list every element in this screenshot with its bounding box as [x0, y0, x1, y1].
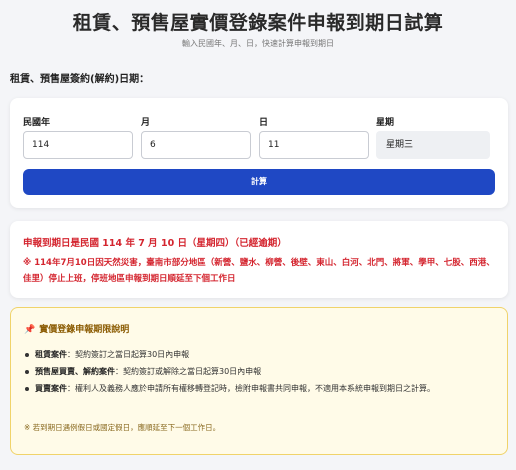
deadline-info-panel: 📌 實價登錄申報期限說明 租賃案件：契約簽訂之當日起算30日內申報 預售屋買賣、解…	[10, 307, 508, 455]
list-item-text: ：契約簽訂之當日起算30日內申報	[67, 350, 190, 359]
list-item-text: ：權利人及義務人應於申請所有權移轉登記時，檢附申報書共同申報，不適用本系統申報到…	[67, 384, 435, 393]
contract-date-label: 租賃、預售屋簽約(解約)日期：	[10, 74, 150, 85]
month-label: 月	[141, 118, 151, 128]
list-item: 租賃案件：契約簽訂之當日起算30日內申報	[25, 348, 495, 362]
weekday-label: 星期	[376, 118, 395, 128]
calculate-button[interactable]: 計算	[23, 169, 495, 195]
list-item: 預售屋買賣、解約案件：契約簽訂或解除之當日起算30日內申報	[25, 365, 495, 379]
date-input-card: 民國年 月 日 星期 星期三 計算	[10, 98, 508, 208]
page-title: 租賃、預售屋實價登錄案件申報到期日試算	[72, 12, 444, 34]
page-subtitle: 輸入民國年、月、日，快速計算申報到期日	[182, 39, 334, 48]
day-input[interactable]	[259, 131, 369, 159]
year-input[interactable]	[23, 131, 133, 159]
result-card: 申報到期日是民國 114 年 7 月 10 日（星期四）（已經逾期） ※ 114…	[10, 221, 508, 298]
list-item: 買賣案件：權利人及義務人應於申請所有權移轉登記時，檢附申報書共同申報，不適用本系…	[25, 382, 495, 396]
info-title: 📌 實價登錄申報期限說明	[24, 322, 129, 335]
list-item-term: 預售屋買賣、解約案件	[35, 367, 115, 376]
info-footnote: ※ 若到期日遇例假日或國定假日，應順延至下一個工作日。	[24, 423, 221, 432]
disaster-notice: ※ 114年7月10日因天然災害，臺南市部分地區（新營、鹽水、柳營、後壁、東山、…	[23, 258, 495, 284]
year-label: 民國年	[23, 118, 51, 128]
info-title-text: 實價登錄申報期限說明	[39, 325, 130, 335]
due-date-result: 申報到期日是民國 114 年 7 月 10 日（星期四）（已經逾期）	[23, 238, 287, 249]
list-item-term: 買賣案件	[35, 384, 67, 393]
weekday-display: 星期三	[376, 131, 490, 159]
pushpin-icon: 📌	[24, 325, 36, 335]
list-item-term: 租賃案件	[35, 350, 67, 359]
day-label: 日	[259, 118, 269, 128]
list-item-text: ：契約簽訂或解除之當日起算30日內申報	[115, 367, 262, 376]
month-input[interactable]	[141, 131, 251, 159]
info-list: 租賃案件：契約簽訂之當日起算30日內申報 預售屋買賣、解約案件：契約簽訂或解除之…	[25, 348, 495, 399]
